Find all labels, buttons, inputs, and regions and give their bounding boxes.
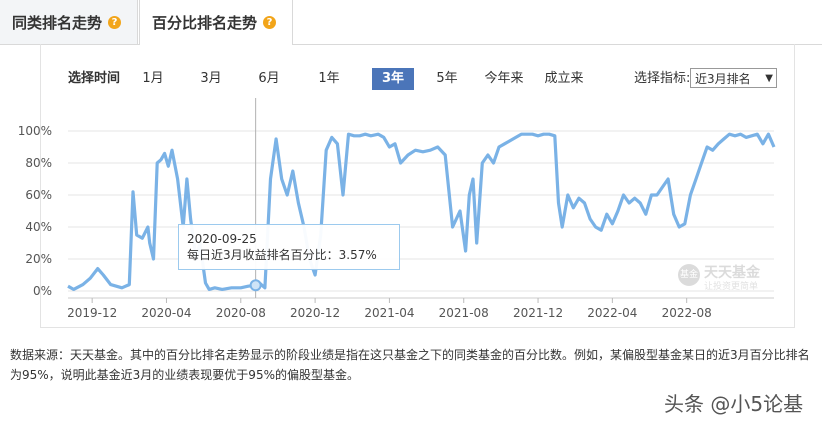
y-tick-label: 0% bbox=[33, 284, 52, 298]
y-tick-label: 60% bbox=[25, 188, 52, 202]
x-tick-label: 2020-08 bbox=[216, 306, 266, 320]
x-tick-label: 2021-04 bbox=[364, 306, 414, 320]
x-tick-label: 2022-08 bbox=[662, 306, 712, 320]
x-tick-label: 2019-12 bbox=[67, 306, 117, 320]
x-tick-label: 2021-08 bbox=[439, 306, 489, 320]
tooltip-date: 2020-09-25 bbox=[187, 232, 257, 246]
y-tick-label: 40% bbox=[25, 220, 52, 234]
y-tick-label: 80% bbox=[25, 156, 52, 170]
x-tick-label: 2020-04 bbox=[141, 306, 191, 320]
y-tick-label: 20% bbox=[25, 252, 52, 266]
hover-point bbox=[249, 279, 262, 292]
series-line bbox=[67, 132, 776, 291]
x-tick-label: 2022-04 bbox=[587, 306, 637, 320]
chart-tooltip: 2020-09-25 每日近3月收益排名百分比：3.57% bbox=[178, 224, 400, 270]
fund-logo-icon: 基金 bbox=[678, 264, 700, 286]
x-tick-label: 2021-12 bbox=[513, 306, 563, 320]
x-tick-label: 2020-12 bbox=[290, 306, 340, 320]
watermark-subtitle: 让投资更简单 bbox=[704, 282, 759, 292]
y-tick-label: 100% bbox=[18, 124, 52, 138]
watermark: 基金 天天基金 让投资更简单 bbox=[678, 262, 774, 292]
data-source-note: 数据来源：天天基金。其中的百分比排名走势显示的阶段业绩是指在这只基金之下的同类基… bbox=[10, 348, 810, 382]
author-credit: 头条 @小5论基 bbox=[664, 392, 804, 416]
tooltip-value: 每日近3月收益排名百分比：3.57% bbox=[187, 248, 377, 262]
